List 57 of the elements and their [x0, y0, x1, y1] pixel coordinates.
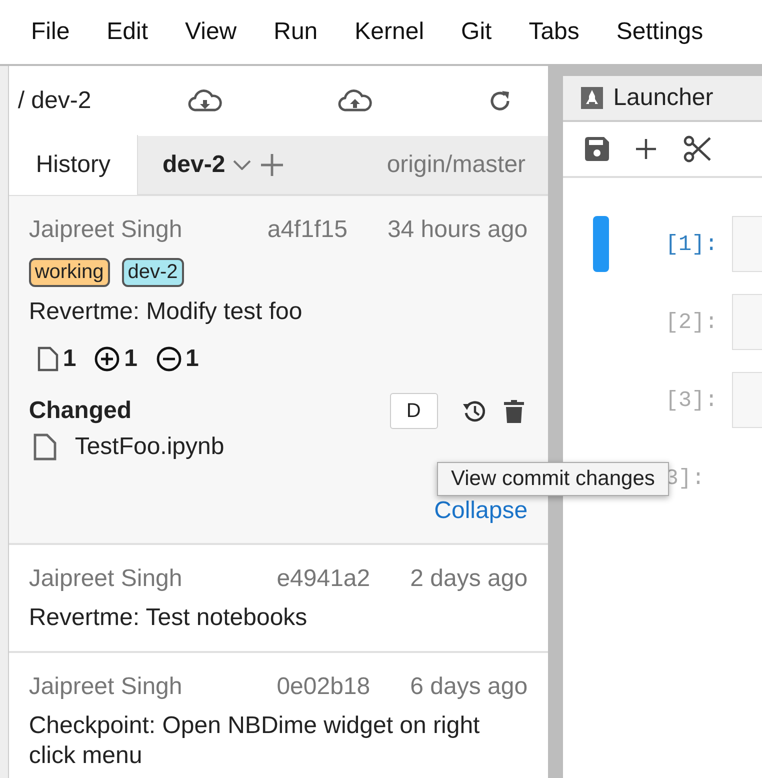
menu-item[interactable]: Tabs — [528, 18, 580, 46]
menu-item[interactable]: View — [185, 18, 237, 46]
section-heading: Changed — [28, 397, 132, 425]
commit-message: Revertme: Test notebooks — [28, 603, 308, 633]
history-icon[interactable] — [462, 399, 486, 423]
menu-item[interactable]: Run — [274, 18, 318, 46]
commit-hash: 0e02b18 — [276, 673, 370, 701]
tooltip: View commit changes — [437, 462, 669, 496]
branch-name[interactable]: dev-2 — [162, 151, 226, 179]
file-name[interactable]: TestFoo.ipynb — [74, 433, 224, 461]
menu-item[interactable]: Settings — [616, 18, 704, 46]
cell-prompt: [1]: — [665, 232, 718, 257]
deletions-count: 1 — [186, 345, 199, 373]
commit-author: Jaipreet Singh — [28, 673, 182, 701]
refresh-icon[interactable] — [488, 89, 512, 113]
cell-prompt: [2]: — [665, 310, 718, 335]
history-tab[interactable]: History — [8, 135, 138, 195]
file-icon — [32, 433, 57, 461]
cloud-download-icon[interactable] — [188, 89, 222, 113]
commit-hash: e4941a2 — [276, 565, 370, 593]
launcher-tab[interactable]: Launcher — [563, 76, 762, 122]
branch-tag: working — [28, 258, 110, 287]
collapse-link[interactable]: Collapse — [28, 497, 528, 525]
commit-author: Jaipreet Singh — [28, 565, 182, 593]
commit-message: Checkpoint: Open NBDime widget on right click menu — [28, 711, 481, 771]
save-icon[interactable] — [585, 137, 610, 161]
diff-button[interactable]: D — [390, 393, 438, 429]
commit-hash: a4f1f15 — [267, 216, 348, 244]
commit-time: 6 days ago — [410, 673, 528, 701]
files-count: 1 — [62, 345, 76, 373]
tab-label: Launcher — [613, 84, 714, 112]
menu-item[interactable]: File — [31, 18, 70, 46]
cell-editor[interactable] — [732, 372, 762, 428]
active-cell-marker — [593, 216, 610, 272]
insertions-count: 1 — [124, 345, 138, 373]
commit-time: 2 days ago — [410, 565, 528, 593]
cell-editor[interactable] — [732, 294, 762, 350]
commit-time: 34 hours ago — [387, 216, 528, 244]
cell-editor[interactable] — [732, 216, 762, 272]
menu-item[interactable]: Git — [461, 18, 492, 46]
add-icon[interactable] — [635, 138, 658, 160]
file-icon — [36, 346, 59, 372]
remote-branch[interactable]: origin/master — [386, 151, 526, 179]
chevron-down-icon[interactable] — [233, 160, 252, 170]
menu-item[interactable]: Edit — [106, 18, 148, 46]
rocket-icon — [581, 87, 604, 109]
trash-icon[interactable] — [504, 399, 524, 423]
cloud-upload-icon[interactable] — [338, 89, 372, 113]
cell-prompt: [3]: — [665, 388, 718, 413]
plus-circle-icon — [94, 346, 120, 372]
menu-item[interactable]: Kernel — [354, 18, 424, 46]
cut-icon[interactable] — [683, 135, 712, 163]
commit-author: Jaipreet Singh — [28, 216, 182, 244]
branch-path: / dev-2 — [18, 87, 92, 115]
branch-tag: dev-2 — [122, 258, 184, 287]
minus-circle-icon — [156, 346, 182, 372]
commit-message: Revertme: Modify test foo — [28, 297, 304, 327]
